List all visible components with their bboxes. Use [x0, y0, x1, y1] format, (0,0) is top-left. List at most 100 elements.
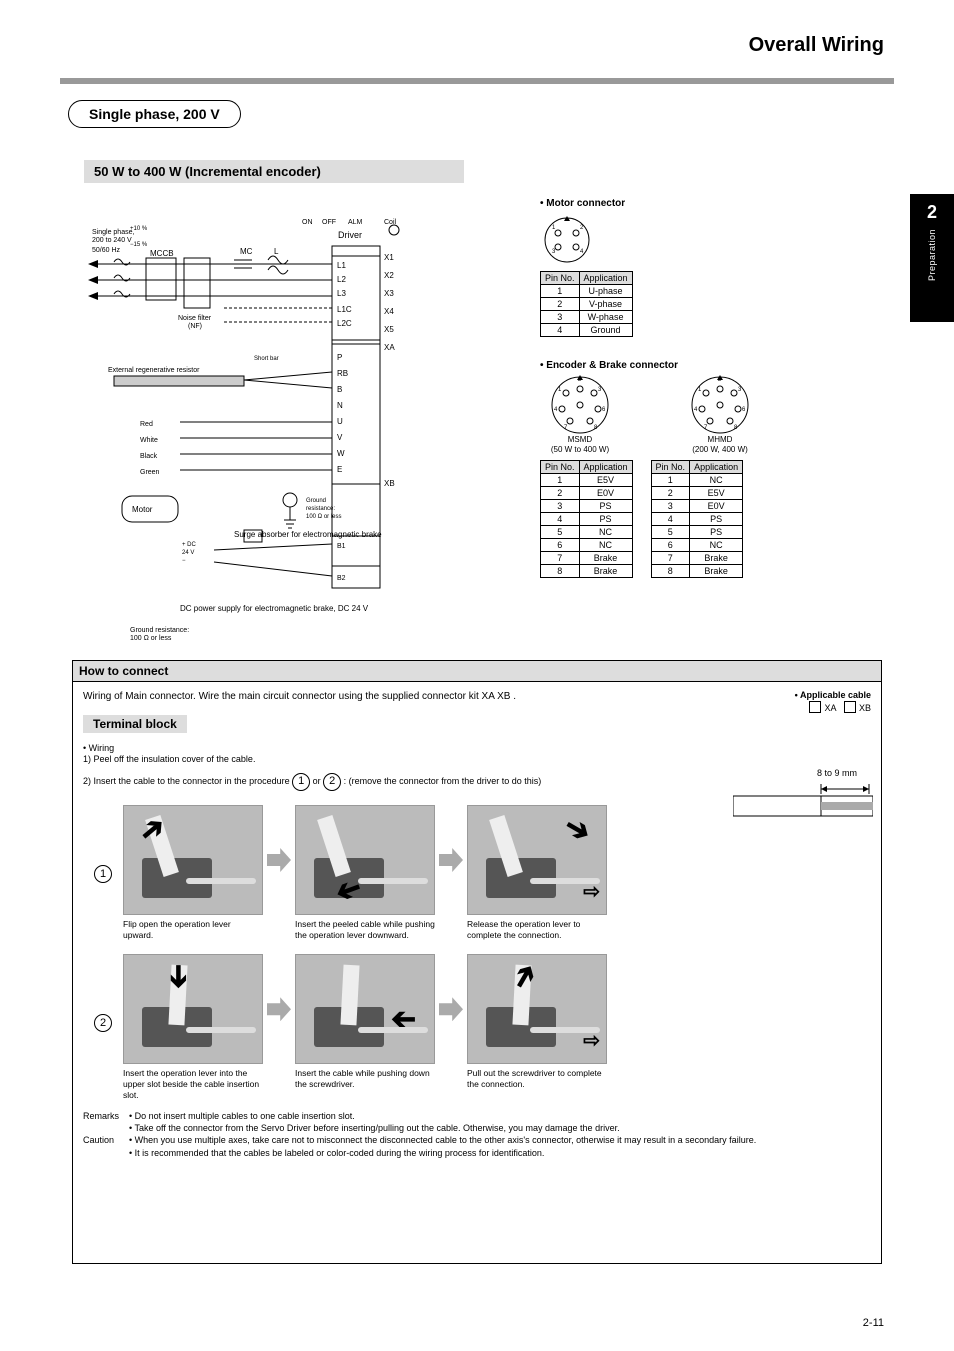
encoder-table-left: Pin No.Application 1E5V 2E0V 3PS 4PS 5NC… [540, 460, 633, 578]
svg-text:Ground resistance:: Ground resistance: [130, 627, 189, 634]
svg-text:Green: Green [140, 469, 160, 476]
svg-text:L1: L1 [337, 261, 346, 270]
term-intro: Wiring of Main connector. Wire the main … [83, 690, 516, 703]
svg-text:B2: B2 [337, 575, 346, 582]
svg-text:Noise filter: Noise filter [178, 315, 212, 322]
page-number: 2-11 [863, 1317, 884, 1329]
svg-text:Short bar: Short bar [254, 356, 279, 362]
svg-text:N: N [337, 401, 343, 410]
svg-text:E: E [337, 465, 342, 474]
motor-connector-block: • Motor connector 1 2 3 4 Pin No.Applica… [540, 198, 880, 337]
svg-text:50/60 Hz: 50/60 Hz [92, 247, 121, 254]
voltage-pill: Single phase, 200 V [68, 100, 241, 128]
svg-text:Single phase,: Single phase, [92, 229, 134, 236]
terminal-block-pill: Terminal block [83, 715, 187, 733]
svg-text:6: 6 [602, 407, 606, 413]
svg-text:resistance:: resistance: [306, 506, 335, 512]
photo-m2-a: ➔ [123, 954, 263, 1064]
svg-text:1: 1 [698, 387, 702, 393]
surge-label: Surge absorber for electromagnetic brake [234, 530, 382, 540]
svg-text:Red: Red [140, 421, 153, 428]
encoder-right: 1 2 3 4 6 7 8 MHMD (200 W, 400 W) [680, 371, 760, 454]
page-title: Overall Wiring [749, 34, 884, 57]
photo-m1-b: ➔ [295, 805, 435, 915]
svg-text:White: White [140, 437, 158, 444]
svg-text:3: 3 [738, 387, 742, 393]
arrow-icon [267, 848, 291, 872]
photo-m2-b: ➔ [295, 954, 435, 1064]
svg-text:P: P [337, 353, 342, 362]
svg-text:4: 4 [694, 407, 698, 413]
svg-text:XA: XA [384, 343, 395, 352]
svg-text:X3: X3 [384, 289, 394, 298]
arrow-icon [439, 997, 463, 1021]
svg-text:L2: L2 [337, 275, 346, 284]
method-1-num: 1 [94, 865, 112, 883]
wiring-subhead: • Wiring [83, 743, 871, 754]
svg-text:X1: X1 [384, 253, 394, 262]
svg-text:W: W [337, 449, 345, 458]
svg-text:OFF: OFF [322, 219, 336, 226]
svg-text:+10 %: +10 % [130, 226, 148, 232]
svg-text:L2C: L2C [337, 319, 352, 328]
chapter-tab: 2 Preparation [910, 194, 954, 322]
svg-text:Black: Black [140, 453, 158, 460]
how-to-connect-box: How to connect Wiring of Main connector.… [72, 660, 882, 1264]
svg-text:V: V [337, 433, 343, 442]
brake-src-label: DC power supply for electromagnetic brak… [180, 604, 368, 614]
svg-text:100 Ω or less: 100 Ω or less [306, 514, 342, 520]
svg-text:XB: XB [384, 479, 395, 488]
checkbox-icon [844, 701, 856, 713]
step-1: 1) Peel off the insulation cover of the … [83, 754, 871, 765]
svg-text:ON: ON [302, 219, 313, 226]
motor-conn-diagram: 1 2 3 4 [540, 213, 594, 267]
photo-m1-a: ➔ [123, 805, 263, 915]
arrow-icon [439, 848, 463, 872]
svg-text:X2: X2 [384, 271, 394, 280]
svg-text:8: 8 [594, 425, 598, 431]
svg-text:6: 6 [742, 407, 746, 413]
svg-text:L3: L3 [337, 289, 346, 298]
method-1-row: 1 ➔ ➔ ➔ ⇨ [83, 805, 871, 940]
photo-m2-c: ➔ ⇨ [467, 954, 607, 1064]
svg-text:(NF): (NF) [188, 323, 202, 330]
encoder-table-right: Pin No.Application 1NC 2E5V 3E0V 4PS 5PS… [651, 460, 744, 578]
svg-text:L1C: L1C [337, 305, 352, 314]
encoder-brake-block: • Encoder & Brake connector 1 2 3 4 6 7 … [540, 360, 880, 578]
method-2-row: 2 ➔ ➔ [83, 954, 871, 1100]
svg-text:B: B [337, 385, 342, 394]
svg-text:X5: X5 [384, 325, 394, 334]
svg-text:1: 1 [558, 387, 562, 393]
svg-text:U: U [337, 417, 343, 426]
svg-text:ALM: ALM [348, 219, 363, 226]
svg-text:−: − [182, 558, 186, 564]
encoder-brake-title: • Encoder & Brake connector [540, 360, 880, 371]
chapter-label: Preparation [927, 229, 937, 281]
svg-text:8: 8 [734, 425, 738, 431]
svg-text:MCCB: MCCB [150, 249, 174, 258]
svg-text:External regenerative resistor: External regenerative resistor [108, 367, 200, 374]
svg-text:100 Ω or less: 100 Ω or less [130, 635, 172, 640]
svg-text:200 to 240 V: 200 to 240 V [92, 237, 132, 244]
checkbox-icon [809, 701, 821, 713]
svg-text:+ DC: + DC [182, 542, 197, 548]
arrow-icon [267, 997, 291, 1021]
svg-text:B1: B1 [337, 543, 346, 550]
svg-text:1: 1 [552, 225, 556, 231]
wiring-diagram: Driver X1 X2 X3 X4 X5 L1 L2 L3 L1C L2C X… [84, 200, 484, 640]
svg-text:RB: RB [337, 369, 348, 378]
svg-text:L: L [274, 247, 279, 256]
motor-pin-table: Pin No.Application 1U-phase 2V-phase 3W-… [540, 271, 633, 337]
encoder-left: 1 2 3 4 6 7 8 MSMD (50 W to 400 W) [540, 371, 620, 454]
svg-text:−15 %: −15 % [130, 242, 148, 248]
strip-length-diagram: 8 to 9 mm [733, 768, 873, 825]
top-rule [60, 78, 894, 84]
driver-label: Driver [338, 230, 362, 240]
svg-text:Motor: Motor [132, 505, 153, 514]
photo-m1-c: ➔ ⇨ [467, 805, 607, 915]
svg-text:4: 4 [554, 407, 558, 413]
how-to-connect-title: How to connect [73, 661, 881, 682]
method-2-num: 2 [94, 1014, 112, 1032]
svg-text:3: 3 [552, 249, 556, 255]
svg-text:X4: X4 [384, 307, 394, 316]
